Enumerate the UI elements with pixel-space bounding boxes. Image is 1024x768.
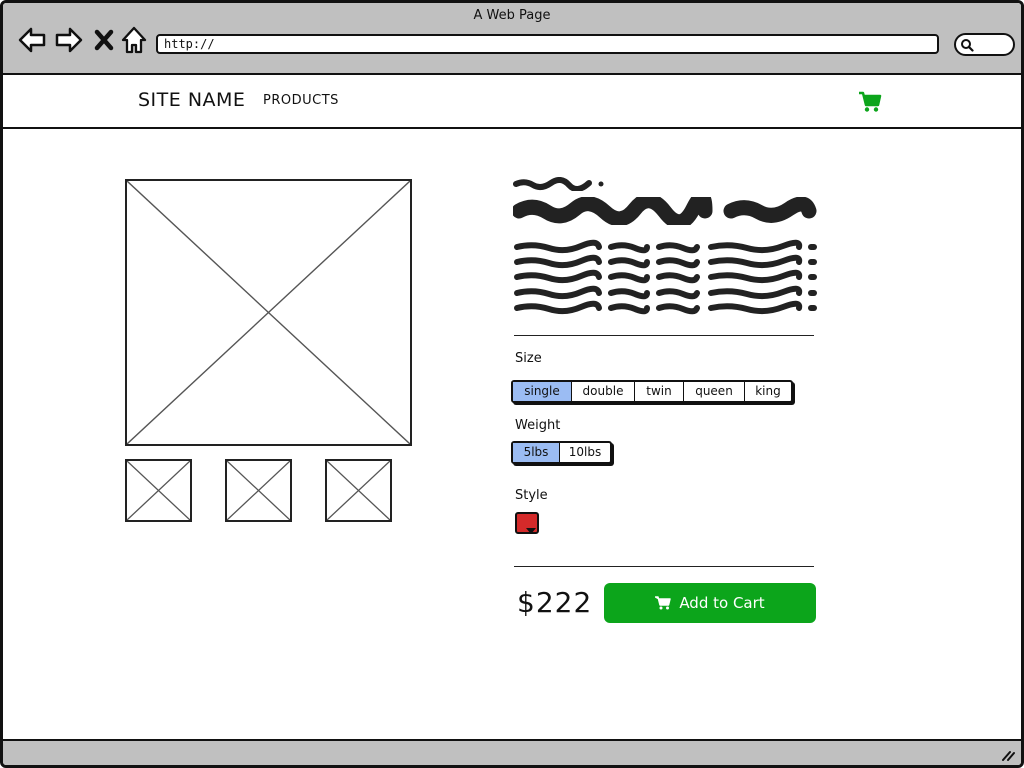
weight-selector: 5lbs 10lbs — [511, 441, 612, 464]
cart-icon — [655, 596, 672, 610]
site-name[interactable]: SITE NAME — [138, 89, 245, 111]
search-box[interactable] — [954, 33, 1015, 56]
size-label: Size — [515, 351, 542, 366]
cart-icon — [859, 91, 882, 112]
style-label: Style — [515, 488, 548, 503]
product-price: $222 — [517, 586, 593, 619]
add-to-cart-button[interactable]: Add to Cart — [604, 583, 816, 623]
arrow-left-icon[interactable] — [17, 25, 47, 55]
size-selector: single double twin queen king — [511, 380, 793, 403]
size-option-single[interactable]: single — [513, 382, 572, 401]
resize-grip-icon[interactable] — [1001, 749, 1015, 761]
add-to-cart-label: Add to Cart — [679, 594, 765, 612]
home-icon[interactable] — [119, 25, 149, 55]
product-thumbnail-3[interactable] — [325, 459, 392, 522]
chevron-down-icon — [526, 528, 536, 534]
browser-window: A Web Page http:// SITE NAME PRODUCTS Si… — [0, 0, 1024, 768]
product-image-main[interactable] — [125, 179, 412, 446]
header-cart-button[interactable] — [858, 91, 882, 113]
product-category-scribble — [513, 177, 604, 191]
size-option-double[interactable]: double — [572, 382, 635, 401]
product-thumbnail-2[interactable] — [225, 459, 292, 522]
nav-products-link[interactable]: PRODUCTS — [263, 93, 339, 108]
search-icon — [961, 39, 974, 52]
size-option-twin[interactable]: twin — [635, 382, 684, 401]
weight-option-10lbs[interactable]: 10lbs — [560, 443, 610, 462]
status-bar — [3, 739, 1021, 765]
divider-bottom — [514, 566, 814, 567]
weight-option-5lbs[interactable]: 5lbs — [513, 443, 560, 462]
size-option-king[interactable]: king — [745, 382, 791, 401]
product-description-scribble — [514, 239, 817, 315]
url-input[interactable]: http:// — [156, 34, 939, 54]
size-option-queen[interactable]: queen — [684, 382, 745, 401]
divider-top — [514, 335, 814, 336]
weight-label: Weight — [515, 418, 561, 433]
close-icon[interactable] — [91, 25, 117, 55]
site-header: SITE NAME PRODUCTS — [3, 75, 1021, 129]
arrow-right-icon[interactable] — [54, 25, 84, 55]
product-thumbnail-1[interactable] — [125, 459, 192, 522]
browser-toolbar: A Web Page http:// — [3, 3, 1021, 75]
window-title: A Web Page — [473, 8, 551, 23]
product-title-scribble — [513, 197, 817, 225]
